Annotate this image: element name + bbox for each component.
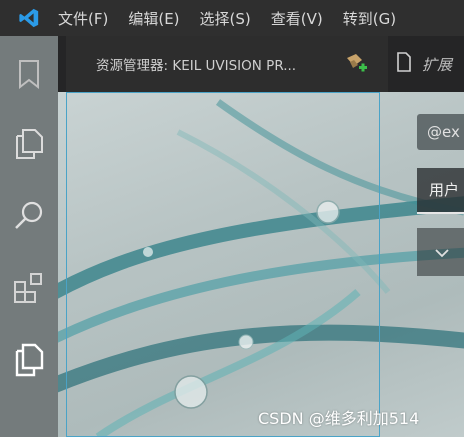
search-icon[interactable]	[11, 198, 47, 234]
menu-goto[interactable]: 转到(G)	[343, 8, 396, 29]
tab-explorer-label: 资源管理器: KEIL UVISION PR...	[96, 58, 297, 74]
tab-bar: 资源管理器: KEIL UVISION PR... 扩展	[58, 36, 464, 92]
extension-search-input[interactable]: @ex	[417, 114, 464, 150]
menu-view[interactable]: 查看(V)	[271, 8, 323, 29]
explorer-panel-outline[interactable]	[66, 92, 380, 437]
bookmark-icon[interactable]	[11, 56, 47, 92]
csdn-watermark: CSDN @维多利加514	[258, 409, 420, 428]
menu-file[interactable]: 文件(F)	[58, 8, 108, 29]
chevron-down-icon[interactable]	[435, 243, 449, 262]
vscode-logo-icon	[0, 0, 58, 36]
explorer-active-icon[interactable]	[11, 342, 47, 378]
activity-bar	[0, 36, 58, 437]
tab-extensions[interactable]: 扩展	[396, 36, 452, 92]
tab-explorer[interactable]: 资源管理器: KEIL UVISION PR...	[66, 36, 388, 92]
editor-background	[58, 92, 464, 437]
explorer-icon[interactable]	[11, 126, 47, 162]
settings-section-row[interactable]	[417, 228, 464, 276]
menu-selection[interactable]: 选择(S)	[200, 8, 251, 29]
extensions-icon[interactable]	[11, 270, 47, 306]
settings-user-tab[interactable]: 用户	[417, 168, 464, 214]
keil-extension-icon	[344, 52, 370, 80]
menu-bar: 文件(F) 编辑(E) 选择(S) 查看(V) 转到(G)	[0, 0, 464, 36]
menu-edit[interactable]: 编辑(E)	[128, 8, 179, 29]
file-icon	[396, 52, 412, 76]
tab-extensions-label: 扩展	[422, 55, 453, 74]
